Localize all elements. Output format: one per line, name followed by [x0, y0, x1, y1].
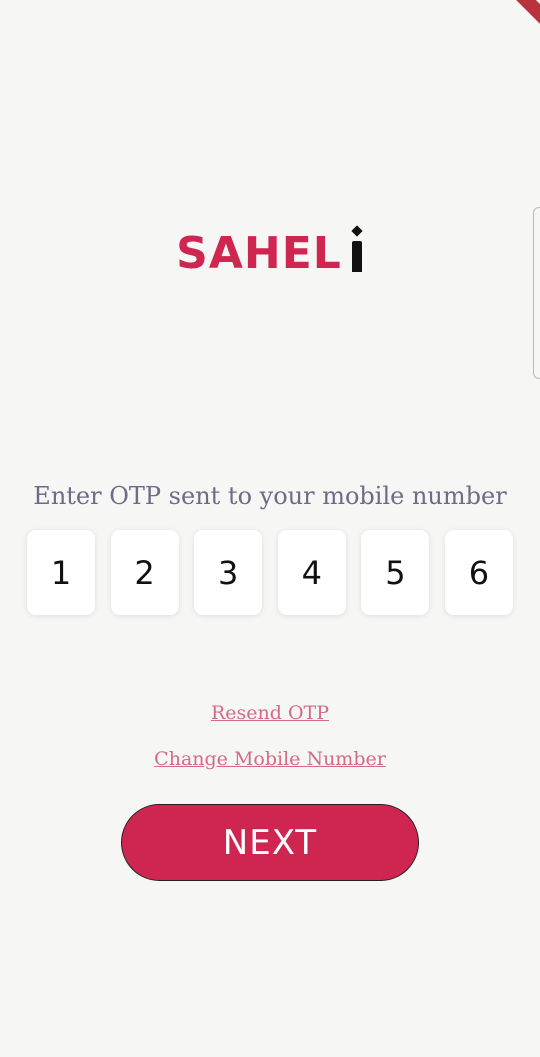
otp-digit-2[interactable]: 2 — [110, 530, 179, 615]
otp-digit-1[interactable]: 1 — [27, 530, 95, 615]
otp-digit-3[interactable]: 3 — [194, 530, 263, 615]
change-mobile-number-link[interactable]: Change Mobile Number — [0, 748, 540, 770]
resend-otp-link[interactable]: Resend OTP — [0, 702, 540, 724]
otp-input-row: 1 2 3 4 5 6 — [27, 530, 513, 615]
otp-digit-6[interactable]: 6 — [444, 530, 513, 615]
otp-prompt: Enter OTP sent to your mobile number — [33, 482, 507, 510]
debug-banner — [488, 0, 540, 36]
app-logo: SAHEL — [0, 225, 540, 279]
otp-digit-4[interactable]: 4 — [277, 530, 346, 615]
next-button[interactable]: NEXT — [121, 804, 419, 881]
otp-digit-5[interactable]: 5 — [361, 530, 430, 615]
stylized-i-icon — [351, 225, 364, 272]
logo-text: SAHEL — [176, 228, 342, 279]
